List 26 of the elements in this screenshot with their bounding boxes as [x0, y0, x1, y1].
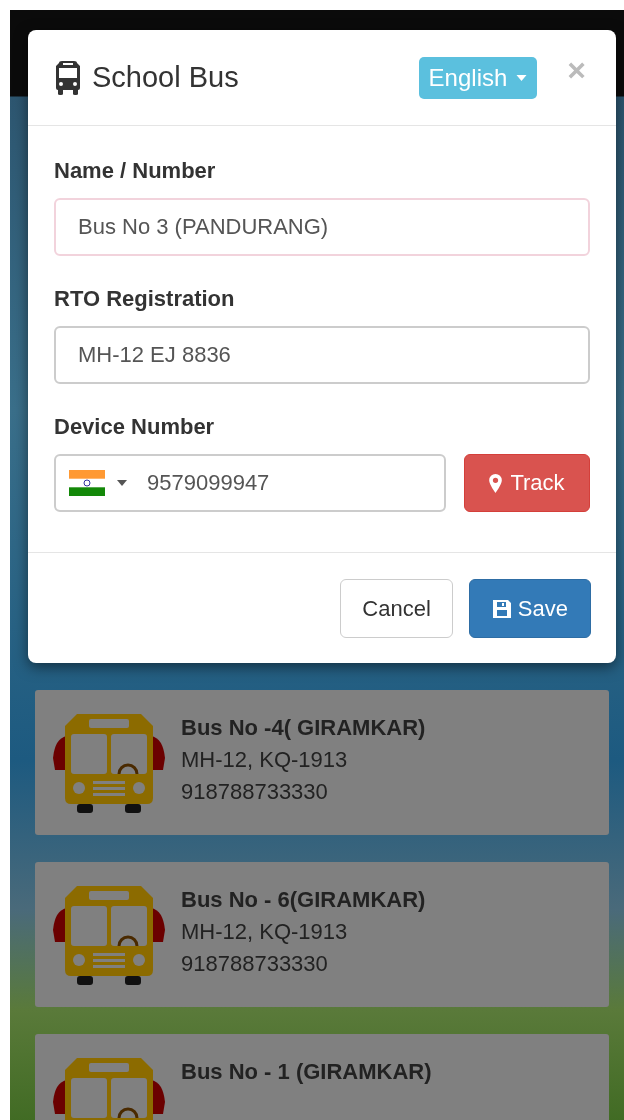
- input-field[interactable]: Bus No 3 (PANDURANG): [54, 198, 590, 256]
- bus-registration: MH-12, KQ-1913: [181, 747, 349, 773]
- field-label: RTO Registration: [54, 286, 236, 312]
- bus-card[interactable]: Bus No - 1 (GIRAMKAR): [35, 1034, 609, 1120]
- bus-card[interactable]: Bus No -4( GIRAMKAR) MH-12, KQ-1913 918788733330: [35, 690, 609, 835]
- bus-card[interactable]: Bus No - 6(GIRAMKAR) MH-12, KQ-1913 918788733330: [35, 862, 609, 1007]
- field-label: Device Number: [54, 414, 216, 440]
- caret-icon: [516, 74, 528, 81]
- phone-field[interactable]: 9579099947: [54, 454, 446, 512]
- bus-phone: 918788733330: [181, 779, 329, 805]
- track-button[interactable]: Track: [464, 454, 590, 512]
- field-label: Name / Number: [54, 158, 217, 184]
- language-dropdown[interactable]: English: [418, 56, 538, 99]
- dialog-title: School Bus: [92, 61, 240, 94]
- bus-name: Bus No - 1 (GIRAMKAR): [181, 1059, 432, 1085]
- caret-icon: [117, 480, 127, 486]
- cancel-button[interactable]: Cancel: [340, 579, 453, 638]
- map-pin-icon: [489, 473, 503, 493]
- india-flag-icon: [69, 470, 105, 496]
- bus-phone: 918788733330: [181, 951, 329, 977]
- input-field[interactable]: MH-12 EJ 8836: [54, 326, 590, 384]
- bus-name: Bus No -4( GIRAMKAR): [181, 715, 426, 741]
- bus-registration: MH-12, KQ-1913: [181, 919, 349, 945]
- bus-icon: [54, 60, 82, 95]
- bus-name: Bus No - 6(GIRAMKAR): [181, 887, 426, 913]
- save-button[interactable]: Save: [468, 579, 591, 638]
